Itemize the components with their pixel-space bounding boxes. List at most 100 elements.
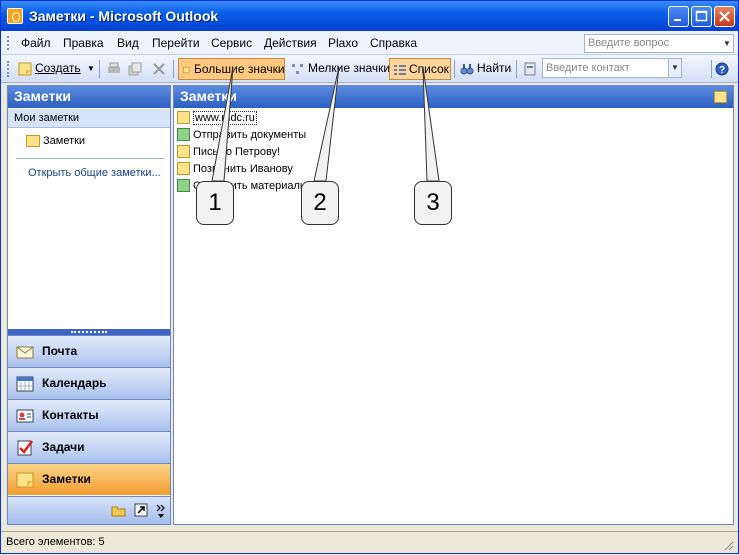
menu-help[interactable]: Справка — [370, 36, 417, 50]
note-icon — [177, 128, 190, 141]
chevron-down-icon[interactable]: ▼ — [668, 59, 681, 77]
nav-button-label: Задачи — [42, 440, 85, 454]
menu-bar: Файл Правка Вид Перейти Сервис Действия … — [1, 31, 738, 55]
nav-button-label: Заметки — [42, 472, 91, 486]
toolbar-separator — [454, 60, 455, 78]
toolbar-grip[interactable] — [7, 61, 10, 77]
folder-list-icon[interactable] — [111, 504, 126, 517]
note-title: www.mdc.ru — [193, 111, 257, 125]
note-item[interactable]: Письмо Петрову! — [177, 145, 280, 161]
nav-button-label: Контакты — [42, 408, 99, 422]
toolbar-separator — [711, 60, 712, 78]
note-icon — [177, 179, 190, 192]
nav-button-mail[interactable]: Почта — [8, 335, 170, 367]
outlook-app-icon — [7, 8, 23, 24]
small-icons-button[interactable]: Мелкие значки — [288, 58, 393, 80]
contact-placeholder: Введите контакт — [546, 62, 630, 74]
note-title: Письмо Петрову! — [193, 146, 281, 158]
find-binoculars-icon — [460, 63, 474, 75]
resize-grip-icon[interactable] — [722, 539, 734, 551]
note-icon — [177, 145, 190, 158]
toolbar-separator — [99, 60, 100, 78]
move-button[interactable] — [125, 58, 148, 80]
small-icons-label: Мелкие значки — [308, 61, 391, 75]
large-icons-button[interactable]: Большие значки — [178, 58, 285, 80]
note-item[interactable]: Отправить документы — [177, 128, 306, 144]
notes-folder-item[interactable]: Заметки — [8, 132, 170, 152]
contact-search-input[interactable]: Введите контакт ▼ — [542, 58, 682, 78]
close-button[interactable] — [714, 6, 735, 27]
window-title: Заметки - Microsoft Outlook — [29, 8, 219, 24]
menu-plaxo[interactable]: Plaxo — [328, 36, 358, 50]
question-search-input[interactable]: Введите вопрос ▼ — [584, 34, 734, 53]
note-title: Отправить документы — [193, 129, 307, 141]
menu-go[interactable]: Перейти — [152, 36, 200, 50]
note-icon — [177, 111, 190, 124]
menu-grip[interactable] — [7, 36, 10, 50]
menu-tools[interactable]: Сервис — [211, 36, 252, 50]
nav-button-tasks[interactable]: Задачи — [8, 431, 170, 463]
large-icons-label: Большие значки — [194, 62, 285, 76]
note-item[interactable]: Позвонить Иванову — [177, 162, 293, 178]
close-icon — [719, 11, 730, 22]
note-icon — [177, 162, 190, 175]
contact-card-icon — [16, 409, 34, 423]
printer-icon — [108, 62, 120, 73]
move-to-folder-icon — [128, 62, 142, 76]
maximize-icon — [695, 10, 708, 22]
minimize-button[interactable] — [668, 6, 689, 27]
nav-button-label: Почта — [42, 344, 78, 358]
outlook-window: Заметки - Microsoft Outlook Файл Правка … — [0, 0, 739, 554]
notes-folder-icon — [26, 135, 40, 148]
nav-button-notes[interactable]: Заметки — [8, 463, 170, 495]
delete-button[interactable] — [149, 58, 172, 80]
find-button[interactable]: Найти — [457, 58, 514, 80]
list-button[interactable]: Список — [389, 58, 451, 80]
shortcuts-icon[interactable] — [134, 503, 148, 517]
open-shared-notes-link[interactable]: Открыть общие заметки... — [28, 167, 161, 179]
note-title: Позвонить Иванову — [193, 163, 293, 175]
address-book-button[interactable] — [520, 58, 543, 80]
menu-view[interactable]: Вид — [117, 36, 139, 50]
create-dropdown-arrow[interactable]: ▼ — [84, 58, 98, 80]
title-bar: Заметки - Microsoft Outlook — [1, 1, 738, 31]
main-pane-title: Заметки — [174, 86, 733, 108]
menu-actions[interactable]: Действия — [264, 36, 317, 50]
help-icon: ? — [715, 62, 729, 76]
toolbar-separator — [173, 60, 174, 78]
menu-file[interactable]: Файл — [21, 36, 51, 50]
my-notes-header: Мои заметки — [8, 109, 170, 128]
mail-envelope-icon — [16, 346, 34, 359]
notes-list-pane: Заметки www.mdc.ru Отправить документы П… — [173, 85, 734, 525]
help-button[interactable]: ? — [714, 58, 730, 80]
callout-1: 1 — [196, 181, 234, 225]
nav-button-contacts[interactable]: Контакты — [8, 399, 170, 431]
nav-button-calendar[interactable]: Календарь — [8, 367, 170, 399]
small-icons-icon — [292, 63, 303, 74]
note-icon — [714, 91, 727, 103]
question-placeholder: Введите вопрос — [588, 37, 670, 49]
note-item[interactable]: www.mdc.ru — [177, 111, 257, 127]
chevron-down-icon[interactable]: ▼ — [721, 35, 733, 52]
status-bar: Всего элементов: 5 — [1, 531, 738, 553]
status-text: Всего элементов: 5 — [6, 536, 105, 548]
new-note-icon — [18, 62, 32, 76]
tasks-checkmark-icon — [17, 440, 34, 456]
print-button[interactable] — [104, 58, 127, 80]
find-label: Найти — [477, 61, 512, 75]
navigation-pane: Заметки Мои заметки Заметки Открыть общи… — [7, 85, 171, 525]
create-label: Создать — [35, 61, 81, 75]
delete-icon — [153, 63, 165, 75]
list-label: Список — [409, 62, 449, 76]
create-button[interactable]: Создать — [15, 58, 84, 80]
address-book-icon — [524, 62, 536, 76]
nav-pane-title: Заметки — [8, 86, 170, 108]
callout-2: 2 — [301, 181, 339, 225]
toolbar-separator — [516, 60, 517, 78]
menu-edit[interactable]: Правка — [63, 36, 104, 50]
note-icon — [16, 472, 34, 488]
configure-buttons-icon[interactable] — [156, 503, 166, 519]
maximize-button[interactable] — [691, 6, 712, 27]
list-view-icon — [394, 64, 406, 75]
callout-3: 3 — [414, 181, 452, 225]
